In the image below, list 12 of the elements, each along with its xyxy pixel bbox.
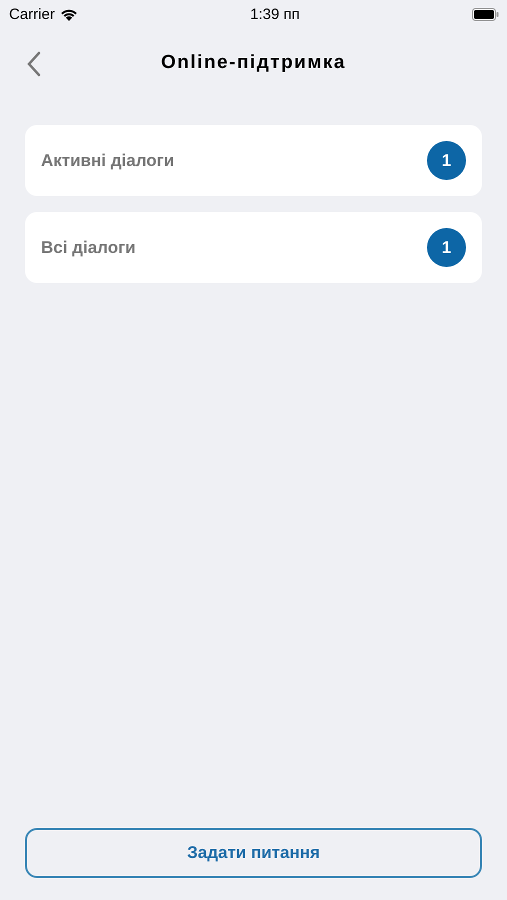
battery-icon: [472, 8, 499, 20]
ask-question-button[interactable]: Задати питання: [25, 828, 482, 878]
dialog-list-item[interactable]: Активні діалоги 1: [25, 125, 482, 196]
count-badge: 1: [427, 141, 466, 180]
wifi-icon: [60, 8, 78, 20]
item-label: Всі діалоги: [41, 238, 136, 258]
count-badge: 1: [427, 228, 466, 267]
item-label: Активні діалоги: [41, 150, 174, 170]
clock-time: 1:39 пп: [250, 6, 300, 22]
carrier-label: Carrier: [9, 6, 55, 22]
dialog-list-item[interactable]: Всі діалоги 1: [25, 212, 482, 283]
page-title: Online-підтримка: [161, 52, 346, 74]
